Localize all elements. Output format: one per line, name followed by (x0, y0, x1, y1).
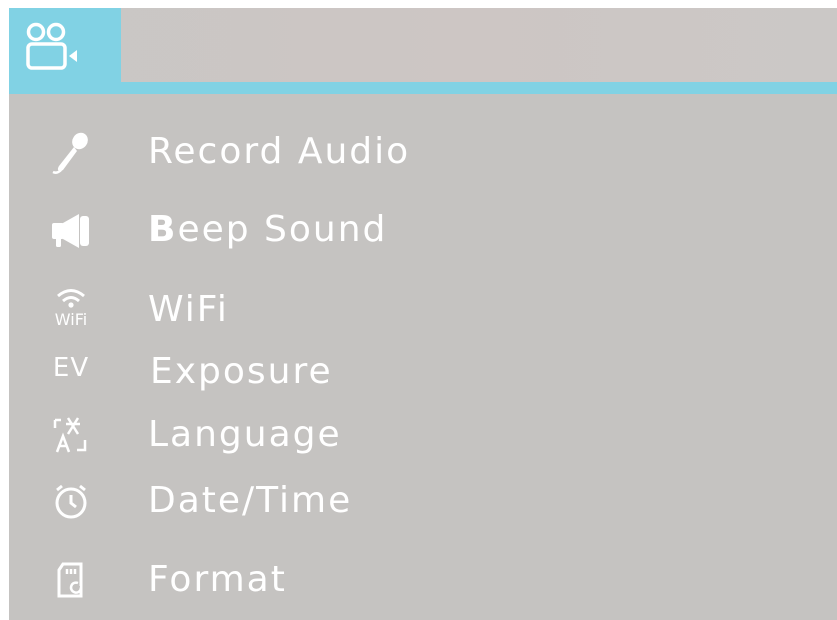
menu-item-format[interactable]: Format (9, 552, 837, 612)
menu-label-format: Format (148, 559, 287, 600)
settings-screen: Record Audio Beep Sound WiFi WiFi EV Exp… (9, 8, 837, 620)
exposure-icon-text: EV (52, 353, 90, 383)
wifi-icon: WiFi (49, 284, 93, 328)
tab-video-settings[interactable] (9, 8, 121, 86)
sd-card-icon (49, 558, 93, 602)
menu-item-date-time[interactable]: Date/Time (9, 474, 837, 534)
clock-icon (49, 480, 93, 524)
menu-label-beep-sound-initial: B (148, 209, 178, 250)
menu-label-wifi: WiFi (148, 289, 229, 330)
menu-label-language: Language (148, 414, 342, 455)
exposure-icon: EV (49, 346, 93, 390)
menu-item-language[interactable]: Language (9, 410, 837, 470)
menu-item-record-audio[interactable]: Record Audio (9, 122, 837, 182)
video-settings-icon (26, 22, 77, 70)
menu-label-record-audio: Record Audio (148, 131, 411, 172)
wifi-icon-text: WiFi (55, 310, 87, 328)
accent-bar (9, 82, 837, 94)
menu-item-beep-sound[interactable]: Beep Sound (9, 202, 837, 262)
speaker-icon (49, 209, 93, 253)
language-icon (49, 414, 93, 458)
menu-item-wifi[interactable]: WiFi WiFi (9, 278, 837, 338)
top-bar (9, 8, 837, 86)
microphone-icon (49, 130, 93, 174)
menu-label-beep-sound-rest: eep Sound (177, 209, 388, 250)
menu-label-beep-sound: Beep Sound (148, 208, 387, 252)
menu-label-date-time: Date/Time (148, 480, 353, 521)
menu-label-exposure: Exposure (150, 351, 333, 392)
menu-item-exposure[interactable]: EV Exposure (9, 340, 837, 400)
